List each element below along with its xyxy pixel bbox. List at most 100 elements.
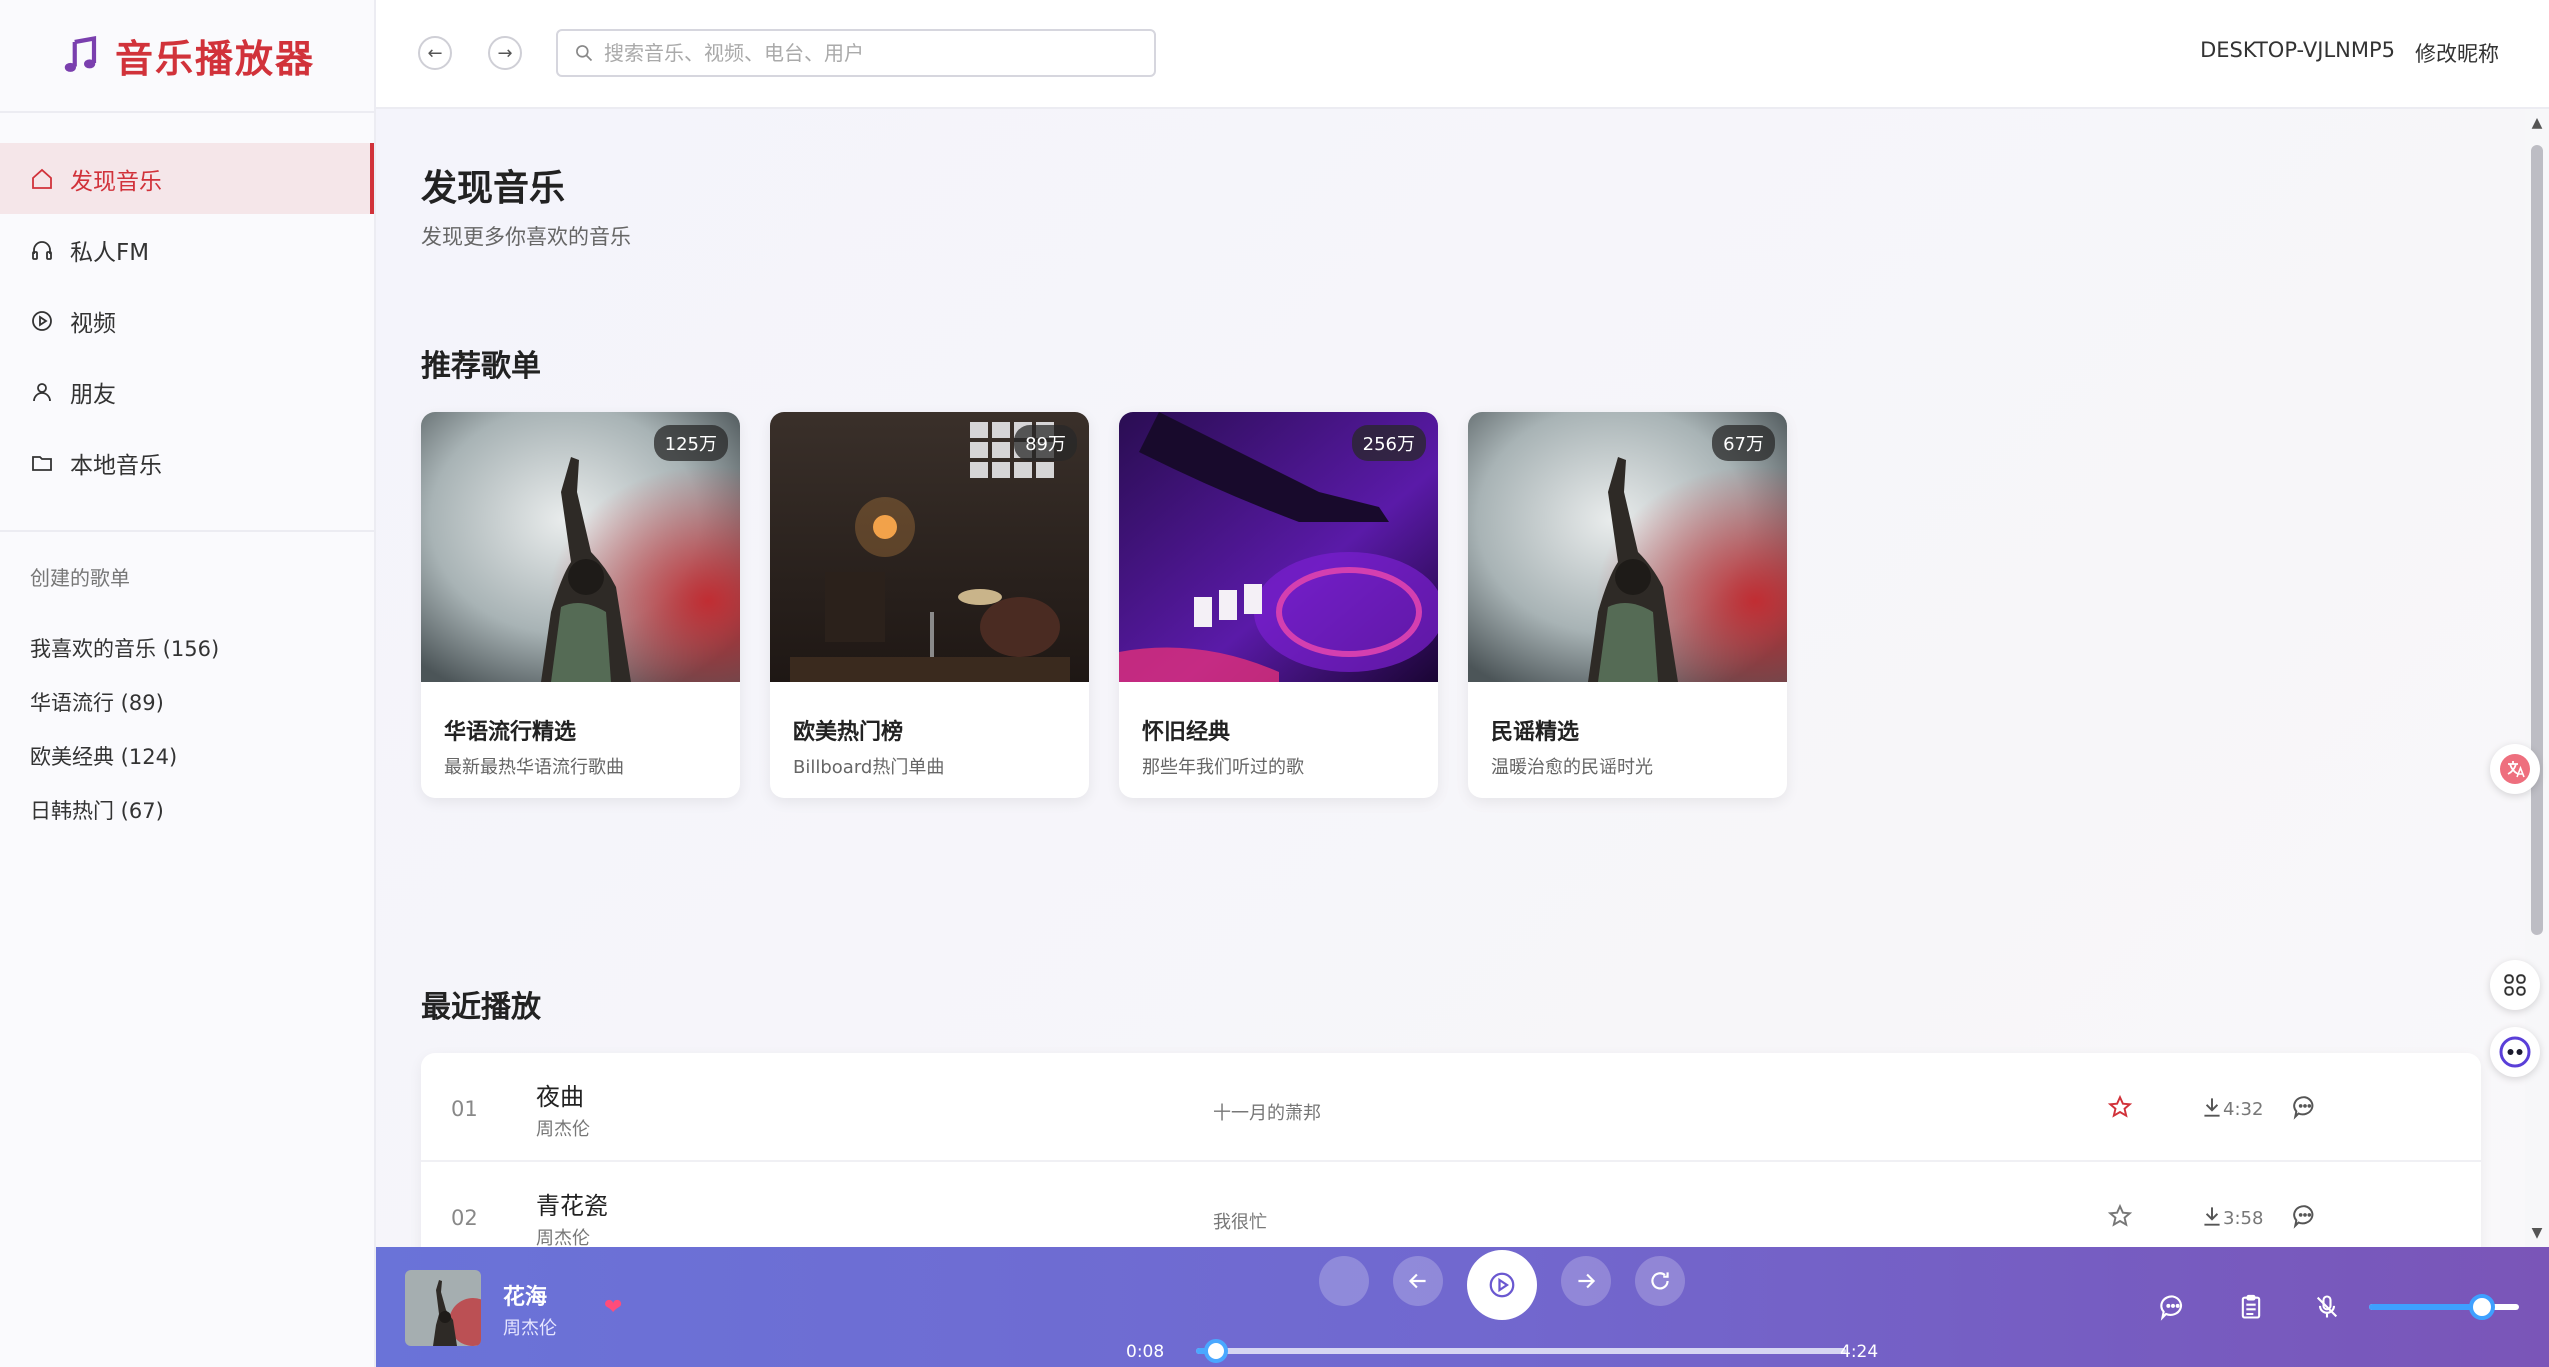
download-button[interactable] — [2198, 1093, 2226, 1121]
recommend-section-title: 推荐歌单 — [421, 349, 541, 384]
sidebar-item-friends[interactable]: 朋友 — [0, 356, 374, 427]
home-icon — [32, 168, 52, 189]
sidebar-item-discover[interactable]: 发现音乐 — [0, 143, 374, 214]
song-artist[interactable]: 周杰伦 — [536, 1115, 590, 1141]
playlist-cover: 89万 — [770, 412, 1089, 682]
cover-image — [405, 1270, 481, 1346]
now-playing-cover[interactable] — [405, 1270, 481, 1346]
translate-float-button[interactable] — [2490, 744, 2540, 794]
sidebar-playlist-chinese-pop[interactable]: 华语流行 (89) — [0, 675, 374, 729]
sidebar-playlist-jk-hits[interactable]: 日韩热门 (67) — [0, 783, 374, 837]
table-row[interactable]: 02 青花瓷 周杰伦 我很忙 3:58 — [421, 1162, 2481, 1247]
main-scrollbar[interactable]: ▲ ▼ — [2525, 109, 2549, 1247]
volume-handle[interactable] — [2468, 1294, 2495, 1320]
arrow-right-icon — [1578, 1273, 1596, 1289]
song-duration: 4:32 — [2223, 1099, 2264, 1120]
back-button[interactable]: ← — [418, 36, 452, 70]
playlist-card[interactable]: 125万 华语流行精选 最新最热华语流行歌曲 — [421, 412, 740, 798]
play-count-badge: 67万 — [1712, 425, 1775, 461]
playlist-card[interactable]: 256万 怀旧经典 那些年我们听过的歌 — [1119, 412, 1438, 798]
song-index: 02 — [451, 1206, 478, 1230]
heart-icon[interactable]: ❤ — [604, 1295, 622, 1320]
song-title: 青花瓷 — [536, 1192, 608, 1220]
download-icon — [2204, 1207, 2220, 1226]
refresh-icon — [1651, 1272, 1669, 1290]
edit-nickname-link[interactable]: 修改昵称 — [2415, 38, 2499, 68]
song-album[interactable]: 十一月的萧邦 — [1213, 1099, 1321, 1125]
repeat-button[interactable] — [1635, 1256, 1685, 1306]
headphones-icon — [32, 240, 52, 260]
sidebar-item-label: 发现音乐 — [70, 168, 162, 195]
user-icon — [33, 382, 51, 401]
comment-button[interactable] — [2291, 1202, 2319, 1230]
play-circle-icon — [1489, 1272, 1515, 1298]
comment-button[interactable] — [2291, 1093, 2319, 1121]
progress-handle[interactable] — [1204, 1339, 1229, 1363]
mute-mic-button[interactable] — [2312, 1292, 2342, 1322]
lyrics-comment-button[interactable] — [2158, 1292, 2188, 1322]
username[interactable]: DESKTOP-VJLNMP5 — [2200, 38, 2395, 68]
song-duration: 3:58 — [2223, 1208, 2264, 1229]
favorite-button[interactable] — [2106, 1093, 2134, 1121]
sidebar-item-video[interactable]: 视频 — [0, 285, 374, 356]
play-count-badge: 89万 — [1014, 425, 1077, 461]
sidebar-item-local-music[interactable]: 本地音乐 — [0, 427, 374, 498]
playlist-name: 民谣精选 — [1491, 720, 1580, 745]
scrollbar-thumb[interactable] — [2531, 145, 2543, 935]
playlist-cover: 125万 — [421, 412, 740, 682]
scroll-up-arrow-icon[interactable]: ▲ — [2530, 115, 2544, 131]
sidebar-item-label: 朋友 — [70, 381, 116, 408]
playlist-card[interactable]: 89万 欧美热门榜 Billboard热门单曲 — [770, 412, 1089, 798]
table-row[interactable]: 01 夜曲 周杰伦 十一月的萧邦 4:32 — [421, 1053, 2481, 1162]
arrow-left-icon — [1408, 1273, 1426, 1289]
song-album[interactable]: 我很忙 — [1213, 1208, 1267, 1234]
sidebar-item-fm[interactable]: 私人FM — [0, 214, 374, 285]
star-icon — [2107, 1203, 2133, 1227]
app-logo[interactable]: 音乐播放器 — [0, 0, 374, 113]
comment-icon — [2293, 1096, 2314, 1120]
search-input[interactable] — [604, 41, 1124, 65]
next-button[interactable] — [1561, 1256, 1611, 1306]
playlist-name: 欧美热门榜 — [793, 720, 904, 745]
user-area: DESKTOP-VJLNMP5 修改昵称 — [2200, 38, 2499, 68]
playlist-name: 华语流行精选 — [444, 720, 577, 745]
favorite-button[interactable] — [2106, 1202, 2134, 1230]
progress-bar[interactable] — [1196, 1339, 1846, 1363]
sidebar: 音乐播放器 发现音乐 私人FM 视频 朋友 本地音乐 创建的歌单 我喜欢的音乐 … — [0, 0, 376, 1367]
volume-slider[interactable] — [2369, 1294, 2519, 1320]
song-title: 夜曲 — [536, 1083, 584, 1111]
scroll-down-arrow-icon[interactable]: ▼ — [2530, 1225, 2544, 1241]
search-box — [556, 29, 1156, 77]
sidebar-item-label: 本地音乐 — [70, 452, 162, 479]
download-button[interactable] — [2198, 1202, 2226, 1230]
forward-button[interactable]: → — [488, 36, 522, 70]
page-title: 发现音乐 — [421, 168, 566, 209]
sidebar-item-label: 视频 — [70, 310, 116, 337]
arrow-left-icon: ← — [427, 42, 443, 64]
assistant-float-button[interactable] — [2490, 1027, 2540, 1077]
previous-button[interactable] — [1393, 1256, 1443, 1306]
playlist-description: Billboard热门单曲 — [793, 757, 945, 778]
star-icon — [2107, 1094, 2133, 1118]
main-nav: 发现音乐 私人FM 视频 朋友 本地音乐 — [0, 113, 374, 498]
now-playing-artist[interactable]: 周杰伦 — [503, 1314, 557, 1340]
apps-float-button[interactable] — [2490, 960, 2540, 1010]
play-circle-icon — [32, 310, 52, 331]
play-button[interactable] — [1467, 1250, 1537, 1320]
search-icon — [576, 45, 593, 62]
playlist-cover: 256万 — [1119, 412, 1438, 682]
playlist-description: 那些年我们听过的歌 — [1142, 757, 1304, 778]
song-artist[interactable]: 周杰伦 — [536, 1224, 590, 1247]
sidebar-playlist-western-classic[interactable]: 欧美经典 (124) — [0, 729, 374, 783]
sidebar-playlist-favorites[interactable]: 我喜欢的音乐 (156) — [0, 621, 374, 675]
play-count-badge: 256万 — [1351, 425, 1426, 461]
top-bar: ← → DESKTOP-VJLNMP5 修改昵称 — [376, 0, 2549, 109]
current-time: 0:08 — [1126, 1342, 1165, 1362]
mic-off-icon — [2316, 1295, 2338, 1318]
mode-button[interactable] — [1319, 1256, 1369, 1306]
playlist-name: 怀旧经典 — [1142, 720, 1231, 745]
player-bar: 花海 周杰伦 ❤ 0:08 4:24 — [376, 1247, 2549, 1367]
assistant-icon — [2499, 1036, 2531, 1068]
playlist-card[interactable]: 67万 民谣精选 温暖治愈的民谣时光 — [1468, 412, 1787, 798]
playlist-queue-button[interactable] — [2236, 1292, 2266, 1322]
